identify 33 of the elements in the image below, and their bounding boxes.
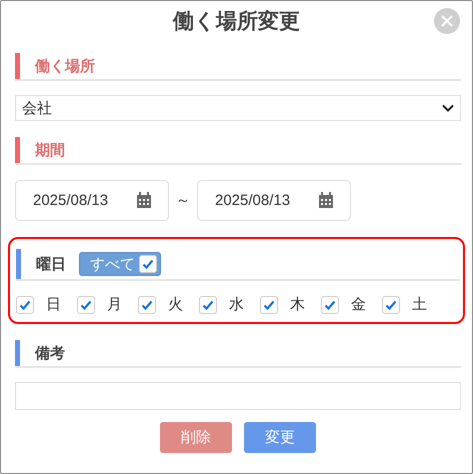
checkbox[interactable] (77, 296, 95, 314)
weekday-label: 月 (107, 295, 122, 314)
remarks-field[interactable] (15, 382, 461, 410)
close-icon (441, 15, 453, 27)
heading-bar (15, 137, 20, 163)
weekday-label: 土 (412, 295, 427, 314)
heading-bar (16, 249, 21, 279)
checkbox[interactable] (139, 255, 157, 273)
range-separator: ～ (174, 191, 192, 210)
checkbox[interactable] (321, 296, 339, 314)
calendar-icon (136, 192, 152, 209)
checkbox[interactable] (199, 296, 217, 314)
select-field[interactable]: 会社 (15, 95, 461, 121)
checkbox[interactable] (260, 296, 278, 314)
heading-bar (15, 53, 20, 79)
section-title: 備考 (35, 344, 65, 362)
calendar-icon (318, 192, 334, 209)
checkbox[interactable] (382, 296, 400, 314)
checkbox[interactable] (16, 296, 34, 314)
weekday-label: 木 (290, 295, 305, 314)
weekday-label: 水 (229, 295, 244, 314)
section-title: 期間 (35, 140, 65, 160)
date-field[interactable]: 2025/08/13 (197, 180, 351, 221)
weekday-label: 火 (168, 295, 183, 314)
date-field[interactable]: 2025/08/13 (15, 180, 169, 221)
heading-bar (15, 340, 20, 366)
section-title: 曜日 (36, 254, 66, 274)
weekday-label: 日 (46, 295, 61, 314)
section-title: 働く場所 (35, 56, 95, 76)
chevron-down-icon (442, 104, 454, 112)
weekday-label: 金 (351, 295, 366, 314)
dialog-title: 働く場所変更 (173, 8, 300, 35)
checkbox[interactable] (138, 296, 156, 314)
